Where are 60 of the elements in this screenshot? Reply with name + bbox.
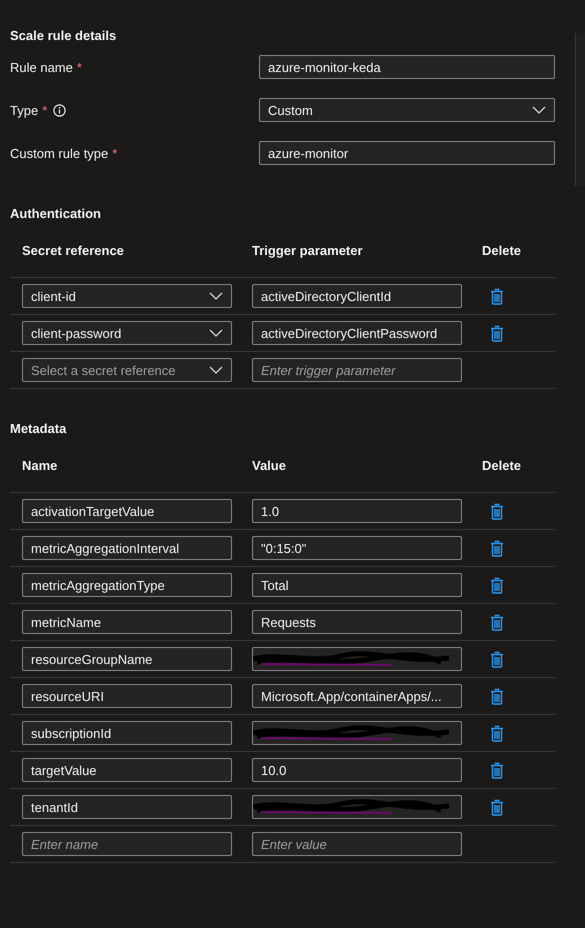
delete-icon[interactable] [490, 762, 504, 778]
column-header: Delete [482, 243, 522, 258]
input-field[interactable]: "0:15:0" [252, 536, 462, 560]
input-field[interactable]: resourceURI [22, 684, 232, 708]
input-field[interactable]: Enter trigger parameter [252, 358, 462, 382]
input-field[interactable]: 10.0 [252, 758, 462, 782]
input-field[interactable]: metricAggregationType [22, 573, 232, 597]
field-label: Custom rule type [10, 146, 108, 160]
delete-icon[interactable] [490, 650, 504, 668]
delete-icon[interactable] [490, 576, 504, 594]
input-field[interactable]: subscriptionId [22, 721, 232, 745]
input-field[interactable]: azure-monitor [259, 141, 555, 165]
column-header: Secret reference [22, 243, 125, 258]
column-header: Delete [482, 458, 522, 473]
required-mark: * [42, 102, 48, 118]
chevron-down-icon [209, 292, 223, 300]
input-field[interactable]: tenantId [22, 795, 232, 819]
dropdown[interactable]: Select a secret reference [22, 358, 232, 382]
input-field[interactable]: resourceGroupName [22, 647, 232, 671]
input-field[interactable]: metricAggregationInterval [22, 536, 232, 560]
delete-icon[interactable] [490, 324, 504, 342]
input-field[interactable] [252, 795, 462, 819]
chevron-down-icon [532, 106, 546, 114]
delete-icon[interactable] [490, 288, 504, 304]
chevron-down-icon [209, 366, 223, 374]
input-field[interactable]: Microsoft.App/containerApps/... [252, 684, 462, 708]
chevron-down-icon [209, 329, 223, 337]
field-label: Rule name [10, 60, 73, 74]
input-field[interactable]: Enter value [252, 832, 462, 856]
dropdown[interactable]: client-password [22, 321, 232, 345]
required-mark: * [76, 60, 82, 74]
section-heading: Authentication [10, 206, 102, 221]
required-mark: * [112, 146, 118, 160]
column-header: Value [252, 458, 287, 473]
column-header: Trigger parameter [252, 243, 364, 258]
dropdown[interactable]: client-id [22, 284, 232, 308]
delete-icon[interactable] [490, 614, 504, 630]
dropdown[interactable]: Custom [259, 98, 555, 122]
input-field[interactable]: activationTargetValue [22, 499, 232, 523]
delete-icon[interactable] [490, 798, 504, 816]
input-field[interactable]: Total [252, 573, 462, 597]
info-icon[interactable] [53, 104, 66, 116]
delete-icon[interactable] [490, 540, 504, 556]
input-field[interactable]: activeDirectoryClientPassword [252, 321, 462, 345]
delete-icon[interactable] [490, 688, 504, 704]
field-label: Type [10, 102, 38, 118]
input-field[interactable]: activeDirectoryClientId [252, 284, 462, 308]
input-field[interactable]: Enter name [22, 832, 232, 856]
delete-icon[interactable] [490, 502, 504, 520]
delete-icon[interactable] [490, 724, 504, 742]
input-field[interactable] [252, 721, 462, 745]
input-field[interactable] [252, 647, 462, 671]
input-field[interactable]: targetValue [22, 758, 232, 782]
column-header: Name [22, 458, 58, 473]
input-field[interactable]: 1.0 [252, 499, 462, 523]
section-heading: Metadata [10, 421, 68, 436]
section-heading: Scale rule details [10, 28, 118, 43]
input-field[interactable]: Requests [252, 610, 462, 634]
input-field[interactable]: metricName [22, 610, 232, 634]
input-field[interactable]: azure-monitor-keda [259, 55, 555, 79]
